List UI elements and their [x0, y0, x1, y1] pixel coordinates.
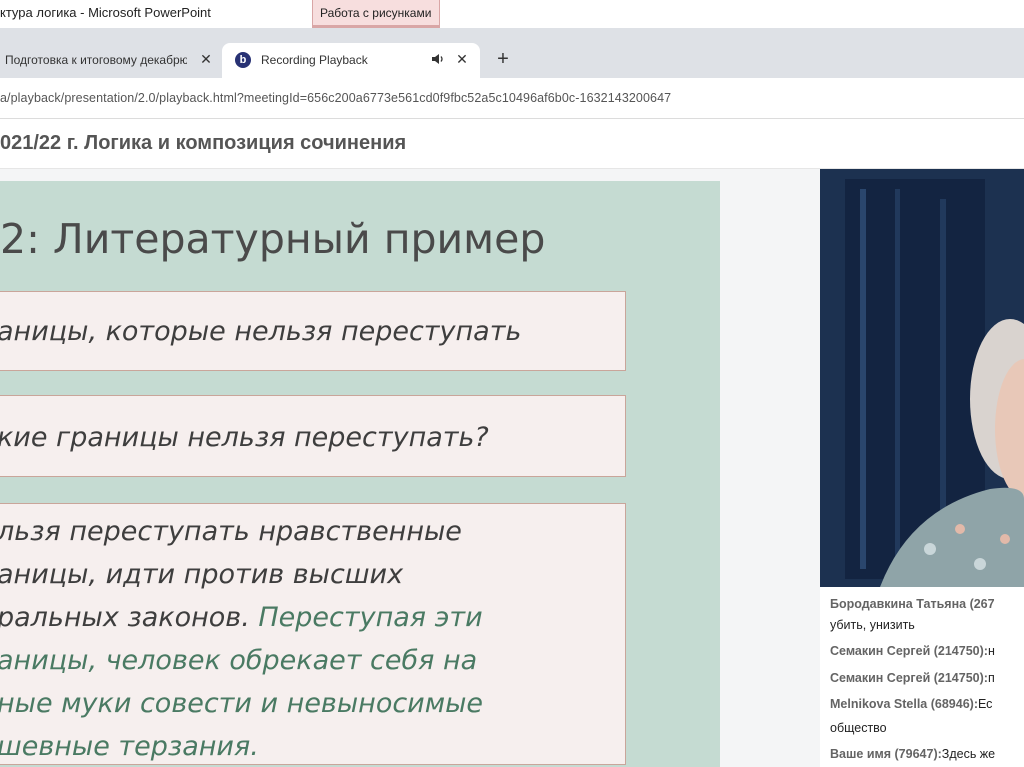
browser-tab-strip: Подготовка к итоговому декабрю ✕ b Recor…: [0, 28, 1024, 78]
chat-message: общество: [830, 721, 887, 735]
tab-label: Recording Playback: [261, 53, 368, 67]
url-text[interactable]: a/playback/presentation/2.0/playback.htm…: [0, 91, 671, 105]
new-tab-button[interactable]: +: [492, 49, 514, 71]
tab-preparation[interactable]: Подготовка к итоговому декабрю ✕: [0, 43, 222, 78]
slide-answer-line-5: ные муки совести и невыносимые: [0, 688, 484, 719]
speaker-audio-icon[interactable]: [431, 52, 445, 66]
powerpoint-title-bar: ктура логика - Microsoft PowerPoint Рабо…: [0, 0, 1024, 28]
slide-answer-line-6: шевные терзания.: [0, 731, 259, 762]
presentation-title: 021/22 г. Логика и композиция сочинения: [0, 132, 407, 154]
slide-answer-line-1: льзя переступать нравственные: [0, 516, 462, 547]
chat-message: Ваше имя (79647):Здесь же: [830, 747, 996, 761]
slide-textbox-2: кие границы нельзя переступать?: [0, 395, 626, 477]
webcam-video[interactable]: [820, 169, 1024, 587]
address-bar[interactable]: a/playback/presentation/2.0/playback.htm…: [0, 78, 1024, 119]
presentation-area: 2: Литературный пример аницы, которые не…: [0, 169, 820, 767]
slide-answer-line-2: аницы, идти против высших: [0, 559, 404, 590]
slide-textbox-1: аницы, которые нельзя переступать: [0, 291, 626, 371]
slide-answer-line-3-plain: ральных законов.: [0, 602, 259, 633]
chat-message: Семакин Сергей (214750):п: [830, 671, 995, 685]
close-tab-icon[interactable]: ✕: [454, 51, 470, 67]
slide-textbox-3: льзя переступать нравственные аницы, идт…: [0, 503, 626, 765]
slide-title: 2: Литературный пример: [0, 215, 546, 263]
bigbluebutton-favicon-icon: b: [235, 52, 251, 68]
slide-answer-line-3: ральных законов. Переступая эти: [0, 602, 483, 633]
tab-label: Подготовка к итоговому декабрю: [5, 53, 187, 67]
slide-answer-line-4: аницы, человек обрекает себя на: [0, 645, 478, 676]
picture-tools-label: Работа с рисунками: [320, 6, 432, 20]
close-tab-icon[interactable]: ✕: [198, 51, 214, 67]
slide-textbox-1-text: аницы, которые нельзя переступать: [0, 316, 522, 347]
chat-message: Бородавкина Татьяна (267: [830, 597, 995, 611]
chat-panel[interactable]: Бородавкина Татьяна (267 убить, унизить …: [820, 587, 1024, 767]
tab-recording-playback[interactable]: b Recording Playback ✕: [222, 43, 480, 78]
chat-message: убить, унизить: [830, 618, 915, 632]
slide-textbox-2-text: кие границы нельзя переступать?: [0, 422, 489, 453]
chat-message: Melnikova Stella (68946):Ес: [830, 697, 993, 711]
slide-answer-line-3-highlight: Переступая эти: [258, 602, 483, 633]
picture-tools-context-tab[interactable]: Работа с рисунками: [312, 0, 440, 28]
powerpoint-window-title: ктура логика - Microsoft PowerPoint: [0, 5, 211, 20]
slide: 2: Литературный пример аницы, которые не…: [0, 181, 720, 767]
webcam-frame-image: [820, 169, 1024, 587]
chat-message: Семакин Сергей (214750):н: [830, 644, 995, 658]
